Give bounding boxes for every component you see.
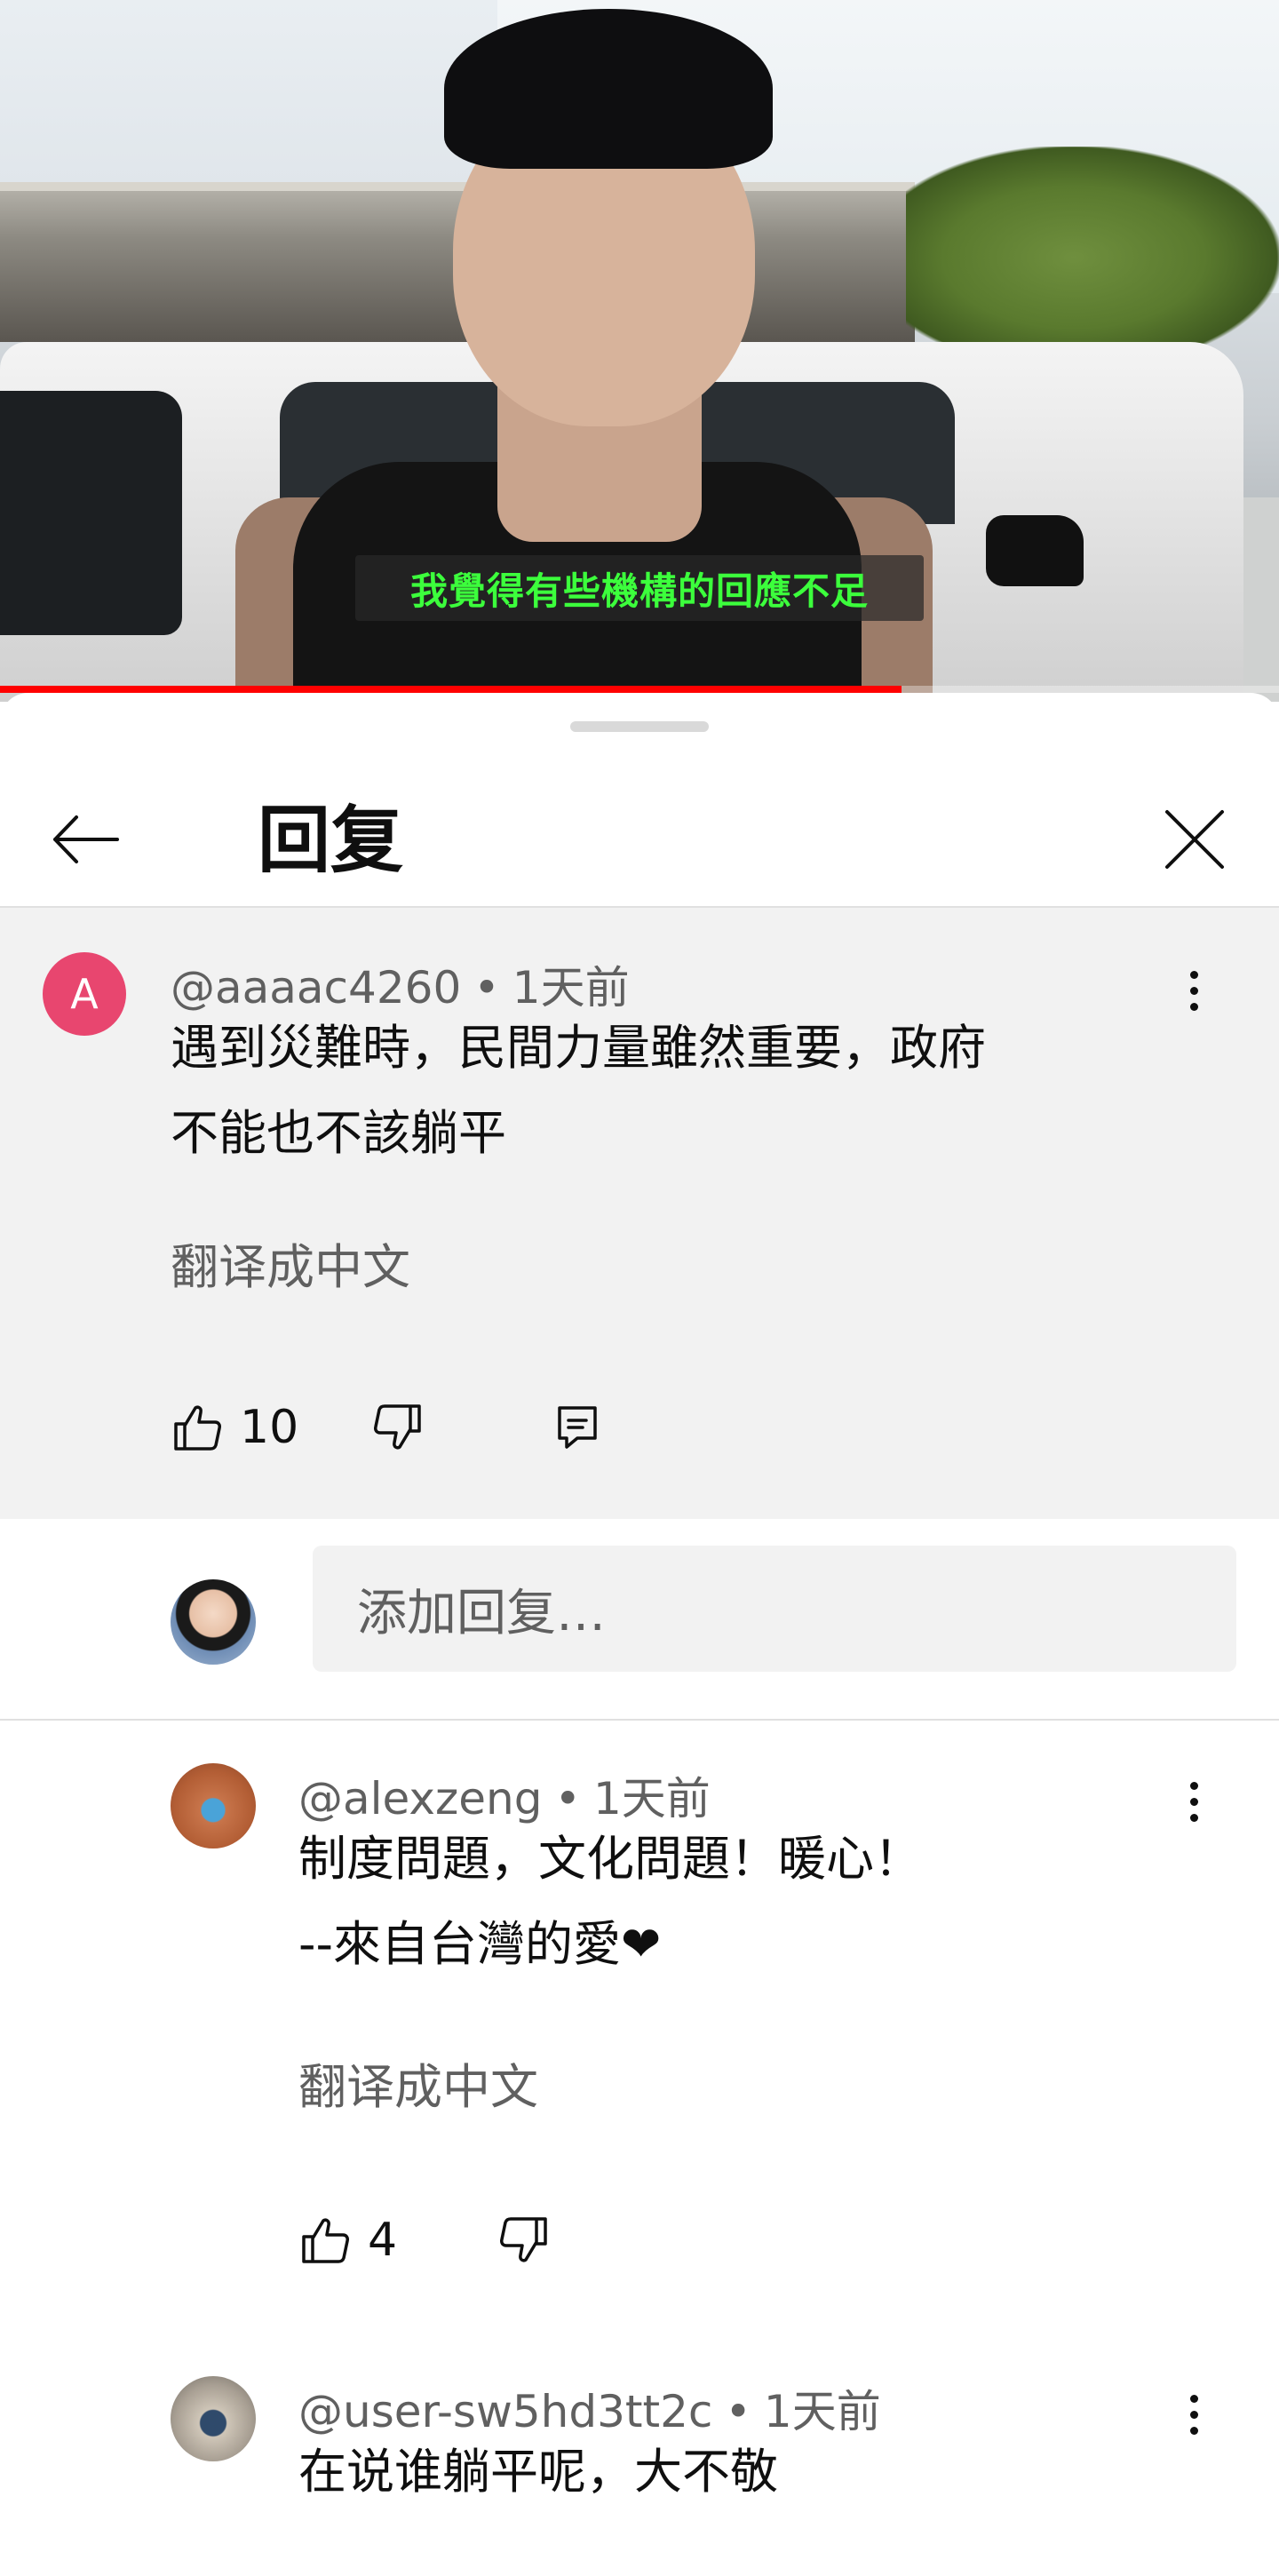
dislike-button[interactable] xyxy=(497,2214,551,2267)
video-subtitle: 我覺得有些機構的回應不足 xyxy=(355,555,924,621)
avatar[interactable]: A xyxy=(43,952,126,1036)
parent-comment: A @aaaac4260 • 1天前 遇到災難時，民間力量雖然重要，政府 不能也不該… xyxy=(0,908,1279,1519)
video-player[interactable]: 我覺得有些機構的回應不足 xyxy=(0,0,1279,702)
like-count: 4 xyxy=(368,2214,398,2267)
comment-text: 在说谁躺平呢，大不敬 xyxy=(298,2444,778,2500)
dislike-button[interactable] xyxy=(371,1401,425,1454)
video-progress-bar[interactable] xyxy=(0,686,1279,693)
thumbs-up-icon xyxy=(174,1405,221,1451)
reply-divider xyxy=(0,1719,1279,1721)
reply-input[interactable]: 添加回复… xyxy=(313,1546,1236,1672)
reply-button[interactable] xyxy=(551,1401,604,1454)
thumbs-down-icon xyxy=(500,2217,547,2262)
panel-header: 回复 xyxy=(0,746,1279,906)
video-progress-fill xyxy=(0,686,902,693)
replies-panel: 回复 A @aaaac4260 • 1天前 遇到災難時，民間力量雖然重要，政府 不能… xyxy=(0,693,1279,2576)
more-options-button[interactable] xyxy=(1176,959,1211,1022)
video-tree xyxy=(906,147,1279,369)
comment-text: 遇到災難時，民間力量雖然重要，政府 不能也不該躺平 xyxy=(171,1020,986,1161)
more-vertical-icon xyxy=(1189,1781,1198,1790)
current-user-avatar xyxy=(171,1579,256,1665)
close-button[interactable] xyxy=(1155,799,1235,879)
add-reply-row: 添加回复… xyxy=(0,1519,1279,1725)
arrow-left-icon xyxy=(53,815,119,863)
close-icon xyxy=(1165,810,1224,869)
like-button[interactable]: 4 xyxy=(298,2214,397,2267)
like-count: 10 xyxy=(240,1401,299,1454)
avatar[interactable] xyxy=(171,1763,256,1849)
panel-title: 回复 xyxy=(258,799,404,883)
drag-handle[interactable] xyxy=(570,721,709,732)
thumbs-down-icon xyxy=(374,1404,421,1450)
like-button[interactable]: 10 xyxy=(171,1401,298,1454)
more-vertical-icon xyxy=(1189,2394,1198,2403)
back-button[interactable] xyxy=(44,799,124,879)
translate-button[interactable]: 翻译成中文 xyxy=(171,1228,410,1298)
translate-button[interactable]: 翻译成中文 xyxy=(298,2047,538,2118)
more-options-button[interactable] xyxy=(1176,2383,1211,2445)
thumbs-up-icon xyxy=(302,2218,349,2263)
more-vertical-icon xyxy=(1189,970,1198,979)
avatar[interactable] xyxy=(171,2376,256,2461)
comment-text: 制度問題，文化問題！暖心！ --來自台灣的愛❤ xyxy=(298,1831,922,1972)
more-options-button[interactable] xyxy=(1176,1770,1211,1833)
comment-icon xyxy=(558,1406,597,1449)
comment-time: 1天前 xyxy=(763,2386,881,2437)
